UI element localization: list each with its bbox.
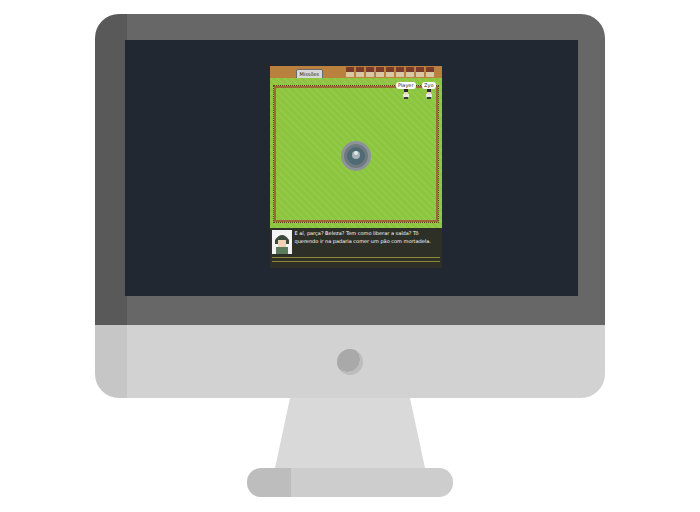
house-icon: [426, 67, 434, 77]
house-icon: [366, 67, 374, 77]
monitor-button-icon: [337, 349, 363, 375]
monitor-illustration: Missões Player Zyo E aí, parça? Beleza? …: [95, 0, 605, 512]
monitor-bezel: Missões Player Zyo E aí, parça? Beleza? …: [95, 14, 605, 325]
dialog-divider: [272, 261, 440, 262]
house-icon: [346, 67, 354, 77]
monitor-screen: Missões Player Zyo E aí, parça? Beleza? …: [125, 40, 578, 296]
town-strip: Missões: [270, 66, 442, 78]
house-icon: [376, 67, 384, 77]
character-sprite-icon: [425, 89, 433, 99]
dialog-divider: [272, 257, 440, 258]
fountain-icon: [340, 140, 372, 172]
speaker-portrait-icon: [272, 230, 292, 254]
dialog-box: E aí, parça? Beleza? Tem como liberar a …: [270, 228, 442, 268]
monitor-stand: [275, 398, 425, 468]
house-icon: [386, 67, 394, 77]
monitor-base: [247, 468, 453, 497]
grass-field: Player Zyo: [270, 78, 442, 228]
house-icon: [356, 67, 364, 77]
game-window[interactable]: Missões Player Zyo E aí, parça? Beleza? …: [270, 66, 442, 268]
house-icon: [416, 67, 424, 77]
house-icon: [406, 67, 414, 77]
fence: [274, 86, 438, 222]
page: Missões Player Zyo E aí, parça? Beleza? …: [0, 0, 700, 512]
monitor-chin: [95, 325, 605, 398]
character-name: Zyo: [422, 82, 435, 89]
dialog-text: E aí, parça? Beleza? Tem como liberar a …: [295, 230, 440, 245]
character-name: Player: [396, 82, 416, 89]
character[interactable]: Zyo: [422, 82, 435, 99]
house-icon: [396, 67, 404, 77]
character[interactable]: Player: [396, 82, 416, 99]
character-sprite-icon: [402, 89, 410, 99]
